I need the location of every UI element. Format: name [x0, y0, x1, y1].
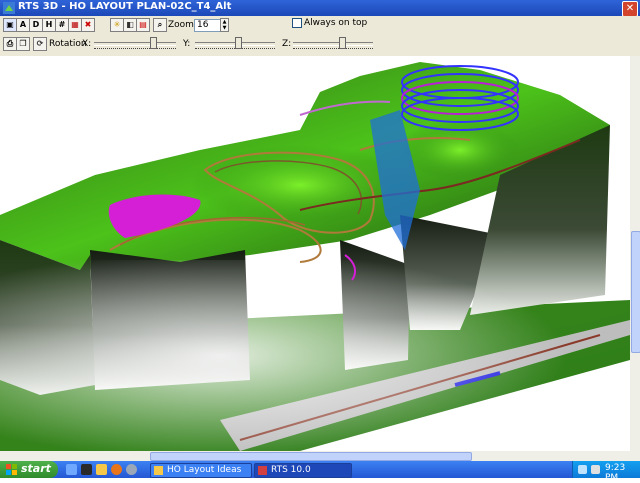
- taskbar: start HO Layout Ideas RTS 10.0 9:23 PM: [0, 461, 640, 483]
- start-button[interactable]: start: [0, 461, 58, 478]
- lighting-icon[interactable]: ✳: [110, 18, 124, 32]
- task-rts[interactable]: RTS 10.0: [254, 463, 352, 478]
- view-d-button[interactable]: D: [29, 18, 43, 32]
- always-on-top-checkbox[interactable]: [292, 18, 302, 28]
- window-title: RTS 3D - HO LAYOUT PLAN-02C_T4_Alt: [18, 1, 232, 12]
- grid-icon[interactable]: #: [55, 18, 69, 32]
- folder-icon: [154, 466, 163, 475]
- title-bar: RTS 3D - HO LAYOUT PLAN-02C_T4_Alt ✕: [0, 0, 640, 17]
- z-axis-label: Z:: [282, 39, 292, 49]
- y-rotation-slider[interactable]: [195, 37, 275, 51]
- task-ho-layout-ideas[interactable]: HO Layout Ideas: [150, 463, 252, 478]
- view-a-button[interactable]: A: [16, 18, 30, 32]
- copy-icon[interactable]: ❐: [16, 37, 30, 51]
- x-rotation-slider[interactable]: [94, 37, 176, 51]
- z-rotation-slider[interactable]: [293, 37, 373, 51]
- vertical-scroll-thumb[interactable]: [631, 231, 640, 353]
- start-label: start: [21, 462, 51, 475]
- horizontal-scroll-thumb[interactable]: [150, 452, 472, 461]
- network-icon[interactable]: [578, 465, 587, 474]
- windows-flag-icon: [6, 464, 17, 475]
- horizontal-scrollbar[interactable]: [0, 451, 640, 461]
- rts-app-icon: [3, 2, 15, 14]
- system-tray: 9:23 PM: [572, 461, 640, 483]
- x-axis-label: X:: [82, 39, 92, 49]
- delete-icon[interactable]: ✖: [81, 18, 95, 32]
- 3d-viewport[interactable]: [0, 56, 630, 451]
- rts-app-icon: [258, 466, 267, 475]
- close-button[interactable]: ✕: [622, 1, 638, 17]
- vertical-scrollbar[interactable]: [630, 56, 640, 451]
- media-player-icon[interactable]: [81, 464, 92, 475]
- gear-icon[interactable]: [126, 464, 137, 475]
- clock: 9:23 PM: [605, 463, 626, 483]
- layout-3d-render: [0, 62, 630, 451]
- view-h-button[interactable]: H: [42, 18, 56, 32]
- view-fit-button[interactable]: ▣: [3, 18, 17, 32]
- always-on-top-label: Always on top: [304, 18, 368, 28]
- zoom-label: Zoom:: [168, 20, 197, 30]
- pattern-icon[interactable]: ▦: [68, 18, 82, 32]
- show-desktop-icon[interactable]: [66, 464, 77, 475]
- texture-icon[interactable]: ▤: [136, 18, 150, 32]
- y-axis-label: Y:: [183, 39, 191, 49]
- volume-icon[interactable]: [591, 465, 600, 474]
- rotate-icon[interactable]: ⟳: [33, 37, 47, 51]
- rotation-label: Rotation: [49, 39, 87, 49]
- print-icon[interactable]: ⎙: [3, 37, 17, 51]
- zoom-spinner[interactable]: ▲ ▼: [220, 18, 229, 32]
- magnifier-icon[interactable]: ⌕: [153, 18, 167, 32]
- firefox-icon[interactable]: [111, 464, 122, 475]
- toolbar: ▣ A D H # ▦ ✖ ✳ ◧ ▤ ⌕ Zoom: 16 ▲ ▼ Always…: [0, 16, 640, 57]
- explorer-icon[interactable]: [96, 464, 107, 475]
- scenery-icon[interactable]: ◧: [123, 18, 137, 32]
